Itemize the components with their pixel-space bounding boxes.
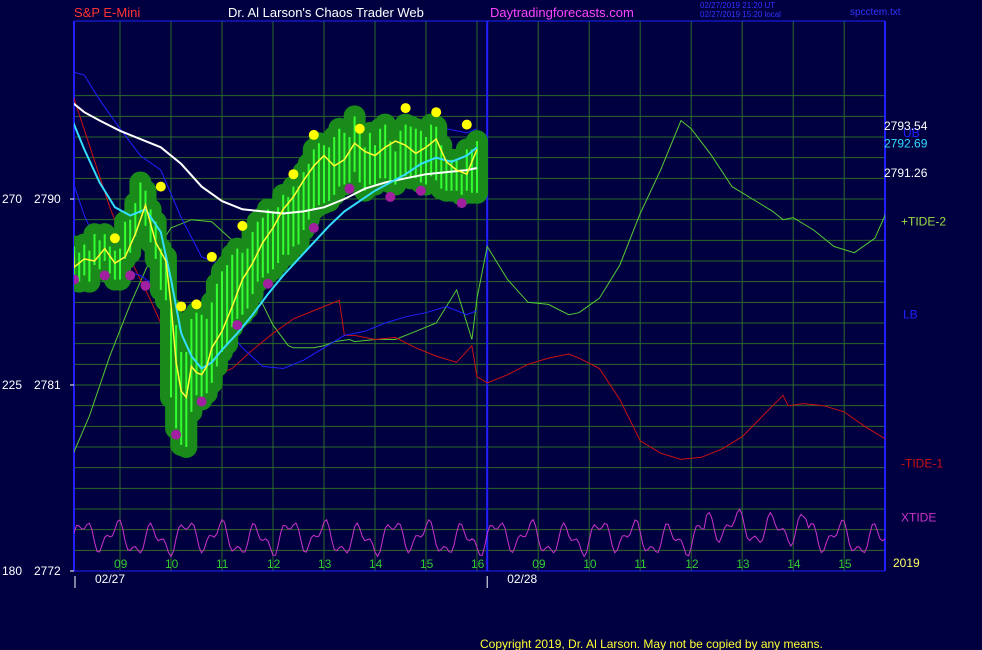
hour-tick-label: 10 (583, 557, 597, 571)
hour-tick-label: 15 (420, 557, 434, 571)
right-series-label: +TIDE-2 (901, 215, 946, 229)
swing-low-marker (456, 198, 467, 209)
right-series-label: XTIDE (901, 510, 936, 524)
y-tick-label: 2790 (34, 192, 61, 206)
y-tick-left-label: 225 (2, 378, 22, 392)
hour-tick-label: 13 (736, 557, 750, 571)
last-value-label: 2793.54 (884, 119, 928, 133)
swing-high-marker (308, 129, 319, 140)
right-series-label: LB (903, 308, 918, 322)
data-file-label: spcctem.txt (850, 7, 901, 18)
swing-low-marker (262, 278, 273, 289)
swing-high-marker (461, 119, 472, 130)
swing-high-marker (400, 103, 411, 114)
swing-high-marker (431, 107, 442, 118)
timestamp-utc: 02/27/2019 21:20 UT (700, 1, 775, 10)
hour-tick-label: 13 (318, 557, 332, 571)
swing-low-marker (415, 185, 426, 196)
swing-low-marker (125, 270, 136, 281)
hour-tick-label: 14 (369, 557, 383, 571)
swing-high-marker (191, 299, 202, 310)
chart-title: Dr. Al Larson's Chaos Trader Web (228, 5, 424, 20)
swing-high-marker (155, 181, 166, 192)
swing-high-marker (176, 301, 187, 312)
date-label: 02/27 (95, 572, 125, 586)
hour-tick-label: 11 (634, 557, 647, 571)
y-tick-label: 2772 (34, 564, 61, 578)
hour-tick-label: 12 (685, 557, 699, 571)
year-label: 2019 (893, 556, 920, 570)
date-label: 02/28 (507, 572, 537, 586)
last-value-label: 2792.69 (884, 136, 928, 150)
copyright-notice: Copyright 2019, Dr. Al Larson. May not b… (480, 637, 823, 650)
swing-high-marker (109, 233, 120, 244)
y-tick-label: 2781 (34, 378, 61, 392)
hour-tick-label: 14 (787, 557, 801, 571)
chart-background (0, 0, 982, 650)
hour-tick-label: 15 (838, 557, 852, 571)
hour-tick-label: 12 (267, 557, 281, 571)
last-value-label: 2791.26 (884, 166, 928, 180)
y-tick-left-label: 180 (2, 564, 22, 578)
swing-low-marker (308, 222, 319, 233)
swing-high-marker (288, 169, 299, 180)
swing-low-marker (99, 270, 110, 281)
swing-low-marker (171, 429, 182, 440)
timestamp-local: 02/27/2019 15:20 local (700, 10, 781, 19)
swing-high-marker (354, 123, 365, 134)
hour-tick-label: 16 (471, 557, 485, 571)
swing-low-marker (232, 320, 243, 331)
site-link[interactable]: Daytradingforecasts.com (490, 5, 634, 20)
hour-tick-label: 10 (165, 557, 179, 571)
hour-tick-label: 09 (114, 557, 128, 571)
chaos-chart: S&P E-Mini Dr. Al Larson's Chaos Trader … (0, 0, 982, 650)
swing-high-marker (237, 220, 248, 231)
swing-high-marker (206, 251, 217, 262)
swing-low-marker (196, 396, 207, 407)
y-tick-left-label: 270 (2, 192, 22, 206)
right-series-label: -TIDE-1 (901, 457, 943, 471)
swing-low-marker (344, 183, 355, 194)
hour-tick-label: 09 (532, 557, 546, 571)
hour-tick-label: 11 (216, 557, 229, 571)
swing-low-marker (385, 191, 396, 202)
symbol-label: S&P E-Mini (74, 5, 140, 20)
swing-low-marker (140, 280, 151, 291)
